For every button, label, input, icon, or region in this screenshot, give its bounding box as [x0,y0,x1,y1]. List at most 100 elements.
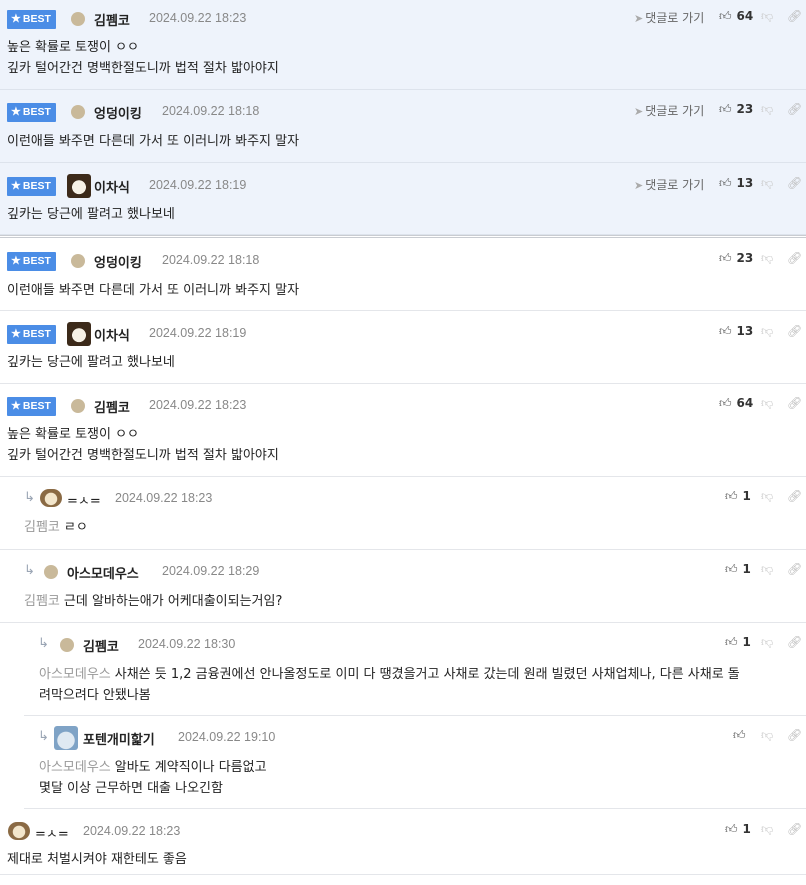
comment-date: 2024.09.22 18:19 [149,178,247,192]
dislike-button[interactable]: 👎︎ [761,562,773,577]
reply-arrow-icon: ↳ [38,729,49,744]
comment-body: 아스모데우스 사채쓴 듯 1,2 금융권에선 안나올정도로 이미 다 땡겼을거고 … [39,667,740,703]
dislike-button[interactable]: 👎︎ [761,489,773,504]
like-button[interactable]: 👍︎ 1 [725,489,751,504]
dislike-button[interactable]: 👎︎ [761,822,773,837]
avatar[interactable] [67,174,91,198]
dislike-button[interactable]: 👎︎ [761,635,773,650]
author-name[interactable]: 김펨코 [83,636,119,655]
like-button[interactable]: 👍︎ 64 [719,396,753,411]
comment: ★ BEST 엉덩이킹 2024.09.22 18:18 👍︎ 23 👎︎ 🔗︎ 이… [0,238,806,311]
share-link-icon[interactable]: 🔗︎ [787,102,802,116]
reply: ↳ =ㅅ= 2024.09.22 18:23 👍︎ 1 👎︎ 🔗︎ 김펨코 ㄹㅇ [0,477,806,550]
avatar[interactable] [40,489,62,507]
author-name[interactable]: 김펨코 [94,397,130,416]
share-link-icon[interactable]: 🔗︎ [787,9,802,23]
like-button[interactable]: 👍︎ 13 [719,324,753,339]
best-comment: ★ BEST 이차식 2024.09.22 18:19 ➤ 댓글로 가기 👍︎ 13 … [0,163,806,235]
comment-body: 깊카는 당근에 팔려고 했나보네 [7,207,175,222]
goto-comment-link[interactable]: ➤ 댓글로 가기 [634,9,704,26]
author-name[interactable]: =ㅅ= [35,823,69,842]
comment-date: 2024.09.22 18:29 [162,564,260,578]
dislike-button[interactable]: 👎︎ [761,251,773,266]
comment-body: 김펨코 ㄹㅇ [24,520,88,535]
dislike-button[interactable]: 👎︎ [761,396,773,411]
like-button[interactable]: 👍︎ 64 [719,9,753,24]
comment: ★ BEST 김펨코 2024.09.22 18:23 👍︎ 64 👎︎ 🔗︎ 높은… [0,384,806,477]
author-name[interactable]: 아스모데우스 [67,563,139,582]
like-button[interactable]: 👍︎ 1 [725,562,751,577]
mention-link[interactable]: 김펨코 [24,594,60,609]
like-button[interactable]: 👍︎ 1 [725,635,751,650]
thumbs-up-icon: 👍︎ [719,102,732,116]
dislike-button[interactable]: 👎︎ [761,728,773,743]
reply: ↳ 포텐개미핥기 2024.09.22 19:10 👍︎ 👎︎ 🔗︎ 아스모데우… [24,716,806,809]
thumbs-up-icon: 👍︎ [719,324,732,338]
mention-link[interactable]: 아스모데우스 [39,760,111,775]
like-button[interactable]: 👍︎ 1 [725,822,751,837]
dislike-button[interactable]: 👎︎ [761,9,773,24]
author-name[interactable]: 이차식 [94,325,130,344]
comment-body: 이런애들 봐주면 다른데 가서 또 이러니까 봐주지 말자 [7,134,300,149]
comment: =ㅅ= 2024.09.22 18:23 👍︎ 1 👎︎ 🔗︎ 제대로 처벌시켜야… [0,809,806,875]
star-icon: ★ [11,13,21,25]
thumbs-up-icon: 👍︎ [719,396,732,410]
share-link-icon[interactable]: 🔗︎ [787,489,802,503]
share-link-icon[interactable]: 🔗︎ [787,728,802,742]
send-icon: ➤ [634,12,644,25]
comment-body: 깊카는 당근에 팔려고 했나보네 [7,355,175,370]
best-comment: ★ BEST 김펨코 2024.09.22 18:23 ➤ 댓글로 가기 👍︎ 64 … [0,0,806,90]
comment-date: 2024.09.22 18:23 [149,398,247,412]
avatar[interactable] [71,399,85,413]
share-link-icon[interactable]: 🔗︎ [787,822,802,836]
best-badge: ★ BEST [7,177,56,196]
share-link-icon[interactable]: 🔗︎ [787,251,802,265]
like-button[interactable]: 👍︎ [733,728,751,743]
author-name[interactable]: 엉덩이킹 [94,103,142,122]
avatar[interactable] [71,105,85,119]
dislike-button[interactable]: 👎︎ [761,324,773,339]
dislike-button[interactable]: 👎︎ [761,102,773,117]
star-icon: ★ [11,328,21,340]
thumbs-up-icon: 👍︎ [725,822,738,836]
best-badge: ★ BEST [7,397,56,416]
comment: ★ BEST 이차식 2024.09.22 18:19 👍︎ 13 👎︎ 🔗︎ 깊카… [0,311,806,384]
thumbs-up-icon: 👍︎ [719,9,732,23]
avatar[interactable] [8,822,30,840]
comment-date: 2024.09.22 19:10 [178,730,276,744]
reply: ↳ 김펨코 2024.09.22 18:30 👍︎ 1 👎︎ 🔗︎ 아스모데우스 사… [24,623,806,716]
author-name[interactable]: 엉덩이킹 [94,252,142,271]
avatar[interactable] [60,638,74,652]
goto-comment-link[interactable]: ➤ 댓글로 가기 [634,102,704,119]
author-name[interactable]: 포텐개미핥기 [83,729,155,748]
like-button[interactable]: 👍︎ 23 [719,251,753,266]
comment-body: 김펨코 근데 알바하는애가 어케대출이되는거임? [24,594,283,609]
avatar[interactable] [54,726,78,750]
avatar[interactable] [67,322,91,346]
reply-arrow-icon: ↳ [38,636,49,651]
comment-date: 2024.09.22 18:23 [115,491,213,505]
share-link-icon[interactable]: 🔗︎ [787,396,802,410]
comment-date: 2024.09.22 18:19 [149,326,247,340]
thumbs-up-icon: 👍︎ [725,562,738,576]
mention-link[interactable]: 김펨코 [24,520,60,535]
comment-date: 2024.09.22 18:23 [83,824,181,838]
like-button[interactable]: 👍︎ 13 [719,176,753,191]
share-link-icon[interactable]: 🔗︎ [787,562,802,576]
avatar[interactable] [71,254,85,268]
share-link-icon[interactable]: 🔗︎ [787,635,802,649]
mention-link[interactable]: 아스모데우스 [39,667,111,682]
goto-comment-link[interactable]: ➤ 댓글로 가기 [634,176,704,193]
share-link-icon[interactable]: 🔗︎ [787,324,802,338]
share-link-icon[interactable]: 🔗︎ [787,176,802,190]
avatar[interactable] [44,565,58,579]
avatar[interactable] [71,12,85,26]
author-name[interactable]: 김펨코 [94,10,130,29]
dislike-button[interactable]: 👎︎ [761,176,773,191]
like-button[interactable]: 👍︎ 23 [719,102,753,117]
author-name[interactable]: 이차식 [94,177,130,196]
reply-arrow-icon: ↳ [24,563,35,578]
comment-date: 2024.09.22 18:18 [162,104,260,118]
star-icon: ★ [11,106,21,118]
author-name[interactable]: =ㅅ= [67,490,101,509]
